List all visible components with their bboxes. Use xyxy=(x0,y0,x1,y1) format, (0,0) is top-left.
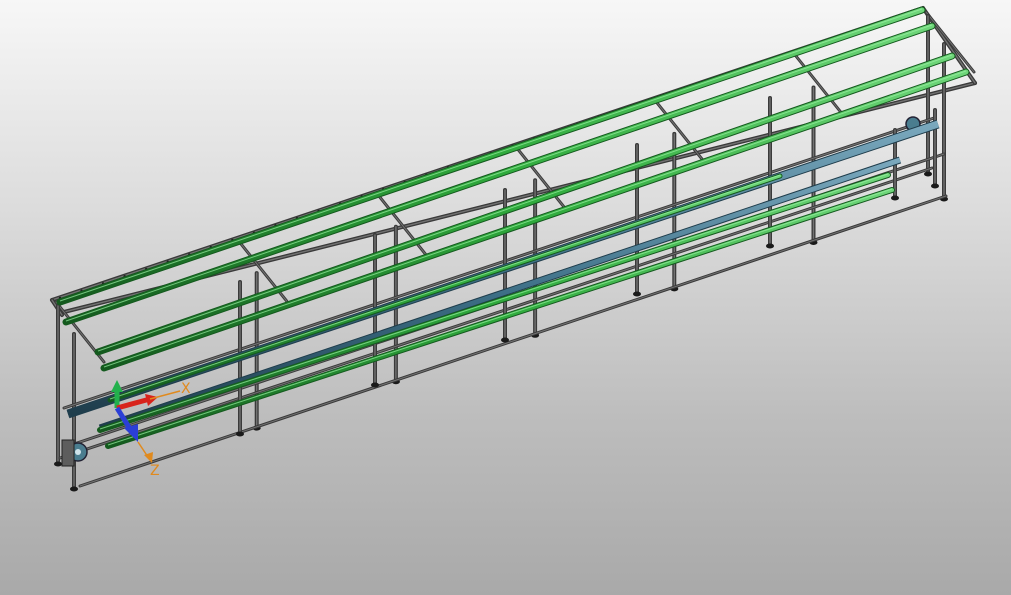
green-rail xyxy=(57,7,925,305)
bottom-longitudinal-tube-highlight xyxy=(79,195,947,487)
frame-foot xyxy=(236,431,244,437)
z-axis-label: Z xyxy=(150,463,160,479)
x-axis-label: X xyxy=(181,381,191,397)
3d-viewport[interactable]: X Z xyxy=(0,0,1011,595)
frame-foot xyxy=(891,195,899,201)
green-rails xyxy=(56,6,970,449)
frame-foot xyxy=(371,382,379,388)
green-rail-shine xyxy=(107,188,893,446)
conveyor-belt xyxy=(99,157,901,431)
x-axis-arrowhead xyxy=(145,394,158,406)
green-rail-shine xyxy=(59,8,923,302)
mid-longitudinal-tube-highlight xyxy=(63,117,935,409)
y-axis-arrowhead xyxy=(111,380,123,392)
frame-foot xyxy=(766,243,774,249)
model-conveyor-frame[interactable]: X Z xyxy=(0,0,1011,595)
green-rail-shine xyxy=(109,174,781,400)
frame-foot xyxy=(54,461,62,467)
x-axis-guide xyxy=(149,390,181,400)
frame-foot xyxy=(633,291,641,297)
drive-housing xyxy=(61,439,75,467)
drive-motor-hub xyxy=(75,449,81,455)
frame-foot xyxy=(931,183,939,189)
frame-foot xyxy=(501,337,509,343)
frame-foot xyxy=(70,486,78,492)
green-rail xyxy=(108,174,782,402)
frame-foot xyxy=(924,171,932,177)
